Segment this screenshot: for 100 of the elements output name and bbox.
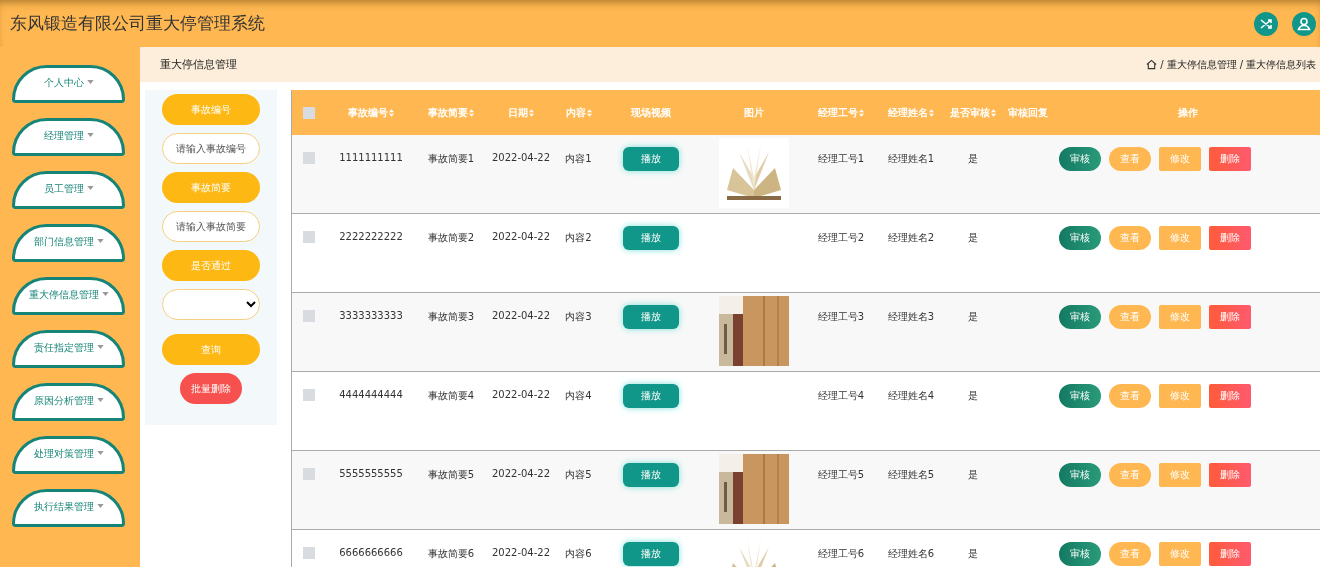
sidebar-item[interactable]: 个人中心 (12, 65, 125, 103)
table-cell: 经理工号5 (817, 468, 865, 482)
column-header[interactable]: 经理工号 (806, 90, 876, 135)
action-button[interactable]: 查看 (1109, 463, 1151, 487)
sidebar-item[interactable]: 执行结果管理 (12, 489, 125, 527)
sort-icon[interactable] (991, 108, 996, 117)
sort-icon[interactable] (586, 108, 592, 117)
action-button[interactable]: 删除 (1209, 463, 1251, 487)
sidebar-item[interactable]: 部门信息管理 (12, 224, 125, 262)
select-all-checkbox[interactable] (303, 106, 315, 119)
table-cell: 1111111111 (339, 152, 403, 163)
action-button[interactable]: 删除 (1209, 147, 1251, 171)
play-button[interactable]: 播放 (623, 542, 679, 566)
sort-icon[interactable] (529, 108, 534, 117)
play-button[interactable]: 播放 (623, 463, 679, 487)
sidebar-item[interactable]: 重大停信息管理 (12, 277, 125, 315)
table-cell: 事故简要4 (427, 389, 475, 403)
search-field[interactable]: 请输入事故编号 (162, 133, 260, 164)
table-cell: 是 (968, 310, 978, 324)
column-label: 事故简要 (428, 105, 468, 120)
breadcrumb-item[interactable]: 重大停信息列表 (1246, 57, 1316, 72)
action-button[interactable]: 审核 (1059, 542, 1101, 566)
action-button[interactable]: 修改 (1159, 463, 1201, 487)
table-cell: 2022-04-22 (491, 152, 551, 163)
sidebar-item[interactable]: 员工管理 (12, 171, 125, 209)
play-button[interactable]: 播放 (623, 147, 679, 171)
column-header[interactable]: 图片 (701, 90, 806, 135)
row-checkbox[interactable] (303, 389, 315, 401)
column-header[interactable]: 经理姓名 (876, 90, 946, 135)
sort-icon[interactable] (469, 108, 474, 117)
table-cell: 内容2 (565, 231, 592, 245)
column-header[interactable]: 操作 (1056, 90, 1320, 135)
row-checkbox[interactable] (303, 310, 315, 322)
table-cell: 事故简要3 (427, 310, 475, 324)
table-cell: 经理工号6 (817, 547, 865, 561)
caret-icon (96, 504, 104, 508)
column-header[interactable]: 是否审核 (946, 90, 1000, 135)
action-button[interactable]: 查看 (1109, 226, 1151, 250)
table-cell: 内容3 (565, 310, 592, 324)
table-cell: 内容6 (565, 547, 592, 561)
sidebar-item[interactable]: 责任指定管理 (12, 330, 125, 368)
action-button[interactable]: 删除 (1209, 542, 1251, 566)
action-button[interactable]: 查看 (1109, 147, 1151, 171)
table-cell: 经理姓名3 (887, 310, 935, 324)
column-header[interactable]: 事故编号 (326, 90, 416, 135)
action-button[interactable]: 查看 (1109, 305, 1151, 329)
table-cell: 内容1 (565, 152, 592, 166)
row-checkbox[interactable] (303, 152, 315, 164)
play-button[interactable]: 播放 (623, 384, 679, 408)
action-button[interactable]: 删除 (1209, 384, 1251, 408)
table-cell: 6666666666 (339, 547, 403, 558)
home-icon[interactable] (1146, 59, 1158, 70)
column-header[interactable]: 日期 (486, 90, 556, 135)
shuffle-icon[interactable] (1254, 11, 1278, 36)
column-header[interactable]: 现场视频 (601, 90, 701, 135)
select-field[interactable] (162, 289, 260, 320)
column-header[interactable]: 内容 (556, 90, 601, 135)
table-cell: 3333333333 (339, 310, 403, 321)
sort-icon[interactable] (389, 108, 394, 117)
action-button[interactable]: 审核 (1059, 463, 1101, 487)
action-button[interactable]: 删除 (1209, 226, 1251, 250)
action-button[interactable]: 修改 (1159, 147, 1201, 171)
table-cell: 内容4 (565, 389, 592, 403)
caret-icon (86, 186, 94, 190)
sort-icon[interactable] (929, 108, 934, 117)
action-button[interactable]: 查看 (1109, 384, 1151, 408)
action-button[interactable]: 修改 (1159, 542, 1201, 566)
sidebar-item[interactable]: 原因分析管理 (12, 383, 125, 421)
column-header[interactable]: 审核回复 (1000, 90, 1056, 135)
column-label: 经理工号 (818, 105, 858, 120)
user-icon[interactable] (1292, 11, 1316, 36)
caret-icon (96, 398, 104, 402)
column-header[interactable]: 事故简要 (416, 90, 486, 135)
sidebar-item[interactable]: 处理对策管理 (12, 436, 125, 474)
breadcrumb-item[interactable]: 重大停信息管理 (1166, 57, 1237, 72)
sort-icon[interactable] (859, 108, 864, 117)
table-cell: 事故简要5 (427, 468, 475, 482)
caret-icon (101, 292, 109, 296)
row-checkbox[interactable] (303, 468, 315, 480)
action-button[interactable]: 删除 (1209, 305, 1251, 329)
row-checkbox[interactable] (303, 547, 315, 559)
action-button[interactable]: 修改 (1159, 384, 1201, 408)
action-button[interactable]: 审核 (1059, 226, 1101, 250)
action-button[interactable]: 修改 (1159, 305, 1201, 329)
action-button[interactable]: 修改 (1159, 226, 1201, 250)
action-button[interactable]: 审核 (1059, 305, 1101, 329)
batch-delete-button[interactable]: 批量删除 (180, 373, 242, 404)
row-checkbox[interactable] (303, 231, 315, 243)
query-button[interactable]: 查询 (162, 334, 260, 365)
search-field[interactable]: 请输入事故简要 (162, 211, 260, 242)
table-cell: 是 (968, 231, 978, 245)
column-label: 图片 (743, 105, 764, 120)
play-button[interactable]: 播放 (623, 226, 679, 250)
column-label: 内容 (565, 105, 586, 120)
action-button[interactable]: 查看 (1109, 542, 1151, 566)
action-button[interactable]: 审核 (1059, 384, 1101, 408)
action-button[interactable]: 审核 (1059, 147, 1101, 171)
play-button[interactable]: 播放 (623, 305, 679, 329)
table-cell: 2022-04-22 (491, 547, 551, 558)
sidebar-item[interactable]: 经理管理 (12, 118, 125, 156)
